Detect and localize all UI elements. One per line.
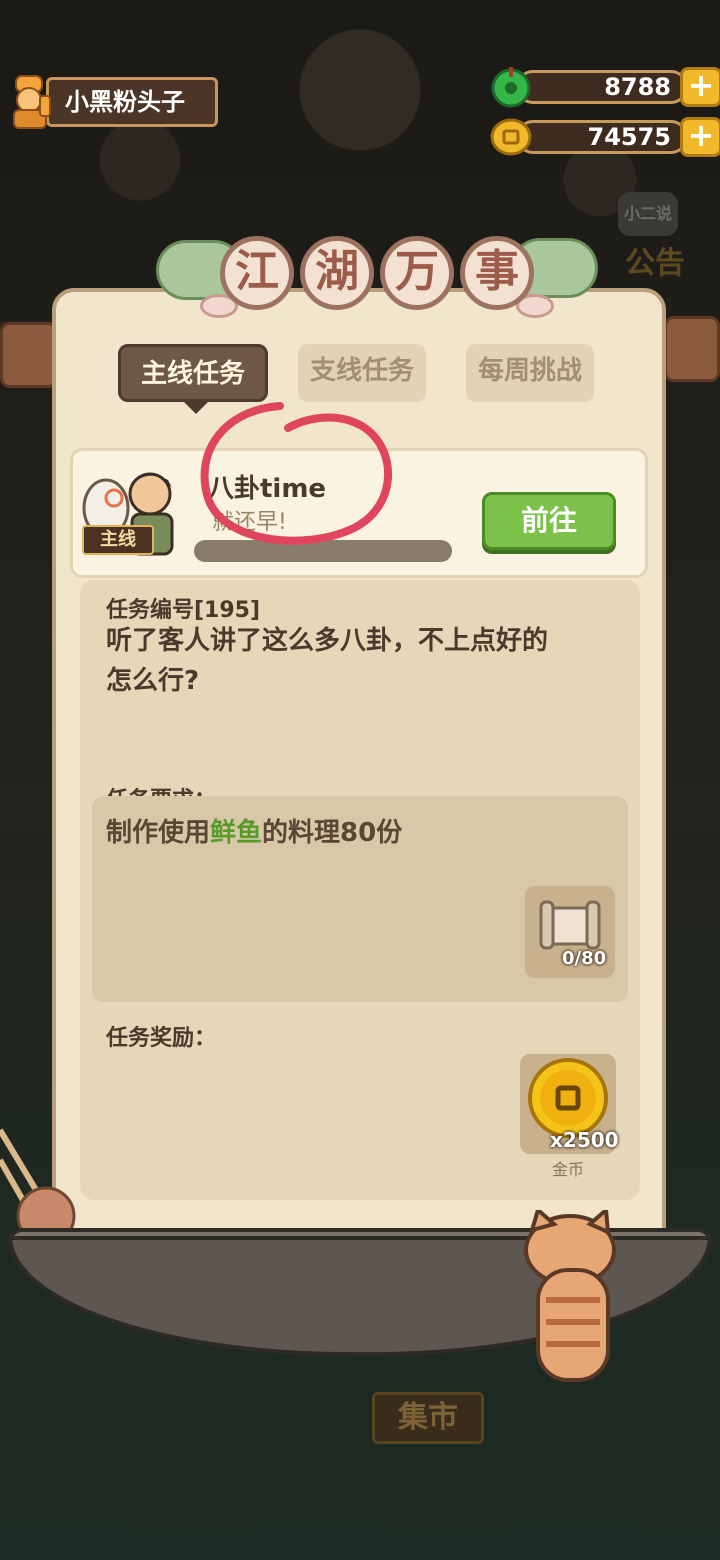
reward-label: 任务奖励： [106, 1026, 217, 1051]
title-char: 江 [220, 236, 294, 310]
player-name: 小黑粉头子 [46, 77, 218, 127]
notice-button[interactable]: 小二说 公告 [610, 190, 700, 281]
title-char: 湖 [300, 236, 374, 310]
tab-main-quests[interactable]: 主线任务 [118, 344, 268, 402]
tab-side-quests[interactable]: 支线任务 [298, 344, 426, 402]
coin-amount: 74575 [516, 120, 688, 154]
notice-label: 公告 [625, 246, 685, 281]
notice-bubble: 小二说 [618, 192, 678, 236]
go-button[interactable]: 前往 [482, 492, 616, 550]
quest-description-line2: 怎么行? [106, 666, 200, 696]
scroll-icon [539, 900, 601, 950]
requirement-pre: 制作使用 [106, 818, 211, 848]
add-jade-button[interactable]: + [680, 67, 720, 107]
jade-currency: 8788 + [490, 66, 720, 108]
requirement-post: 的料理80份 [262, 818, 403, 848]
title-char: 事 [460, 236, 534, 310]
main-quest-badge: 主线 [82, 525, 154, 555]
scroll-rod-right [664, 316, 720, 382]
chef-icon [8, 74, 54, 130]
requirement-progress: 0/80 [562, 948, 607, 969]
panel-title: 江 湖 万 事 [150, 228, 598, 328]
reward-amount: x2500 [550, 1128, 619, 1152]
coin-icon [490, 116, 532, 158]
scroll-rod-left [0, 322, 58, 388]
reward-name: 金币 [551, 1160, 584, 1179]
title-char: 万 [380, 236, 454, 310]
red-circle-annotation [200, 402, 393, 545]
jade-amount: 8788 [516, 70, 688, 104]
market-sign[interactable]: 集市 [372, 1392, 484, 1444]
tab-weekly-challenge[interactable]: 每周挑战 [466, 344, 594, 402]
jade-icon [490, 66, 532, 108]
requirement-text: 制作使用鲜鱼的料理80份 [106, 812, 402, 849]
coin-currency: 74575 + [490, 116, 720, 158]
add-coins-button[interactable]: + [680, 117, 720, 157]
cat-decoration [524, 1210, 616, 1382]
quest-description-line1: 听了客人讲了这么多八卦，不上点好的 [106, 626, 549, 656]
player-profile[interactable]: 小黑粉头子 [8, 74, 218, 130]
requirement-ingredient: 鲜鱼 [210, 818, 263, 848]
